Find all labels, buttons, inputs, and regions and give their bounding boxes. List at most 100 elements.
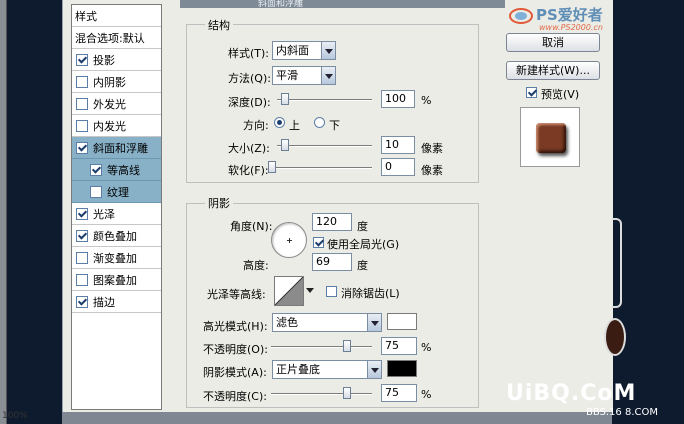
altitude-label: 高度:: [243, 259, 269, 272]
size-unit: 像素: [421, 142, 443, 155]
angle-input[interactable]: 120: [312, 213, 352, 231]
style-checkbox[interactable]: [90, 163, 102, 176]
shadow-mode-dropdown[interactable]: 正片叠底: [272, 360, 382, 379]
gloss-contour-picker[interactable]: [274, 276, 304, 306]
style-checkbox[interactable]: [76, 141, 88, 154]
altitude-input[interactable]: 69: [312, 253, 352, 271]
gloss-contour-dropdown-button[interactable]: [305, 276, 315, 306]
shadow-opacity-input[interactable]: 75: [381, 384, 417, 402]
style-checkbox[interactable]: [76, 229, 88, 242]
technique-label: 方法(Q):: [228, 72, 271, 85]
size-slider-track[interactable]: [277, 145, 372, 147]
depth-unit: %: [421, 94, 432, 107]
styles-list-item[interactable]: 渐变叠加: [72, 247, 161, 269]
preview-swatch: [536, 123, 566, 153]
depth-input[interactable]: 100: [381, 90, 415, 108]
styles-list-item[interactable]: 等高线: [72, 159, 161, 181]
dialog-title: 斜面和浮雕: [180, 0, 505, 8]
size-label: 大小(Z):: [228, 142, 270, 155]
shadow-mode-label: 阴影模式(A):: [203, 366, 267, 379]
shadow-opacity-track[interactable]: [271, 393, 372, 395]
styles-list-item-label: 投影: [93, 53, 115, 67]
contour-curve-icon: [274, 276, 304, 306]
new-style-button[interactable]: 新建样式(W)...: [506, 61, 600, 80]
technique-dropdown-value: 平滑: [276, 69, 298, 82]
style-dropdown-value: 内斜面: [276, 44, 309, 57]
style-checkbox[interactable]: [90, 185, 102, 198]
styles-list-item[interactable]: 纹理: [72, 181, 161, 203]
size-input[interactable]: 10: [381, 136, 415, 154]
technique-dropdown[interactable]: 平滑: [272, 66, 336, 85]
style-preview-thumbnail: [520, 107, 580, 167]
styles-list-item-label: 颜色叠加: [93, 229, 137, 243]
highlight-mode-dropdown[interactable]: 滤色: [272, 313, 382, 332]
styles-list-header[interactable]: 样式: [72, 5, 161, 27]
soften-input[interactable]: 0: [381, 158, 415, 176]
styles-list-item[interactable]: 外发光: [72, 93, 161, 115]
styles-list-item-label: 纹理: [107, 185, 129, 199]
highlight-opacity-thumb[interactable]: [343, 340, 351, 352]
styles-list-item-label: 外发光: [93, 97, 126, 111]
cancel-button[interactable]: 取消: [506, 33, 600, 52]
styles-list-item-label: 内阴影: [93, 75, 126, 89]
shading-title: 阴影: [205, 195, 233, 211]
depth-slider-thumb[interactable]: [281, 93, 289, 105]
styles-list-item-label: 描边: [93, 295, 115, 309]
styles-list-item-label: 渐变叠加: [93, 251, 137, 265]
direction-down-label: 下: [329, 119, 340, 132]
styles-list-item-label: 斜面和浮雕: [93, 141, 148, 155]
style-dropdown[interactable]: 内斜面: [272, 41, 336, 60]
soften-slider-thumb[interactable]: [268, 161, 276, 173]
shadow-color-swatch[interactable]: [387, 360, 417, 377]
left-canvas-strip: [0, 0, 62, 424]
depth-slider-track[interactable]: [277, 99, 372, 101]
direction-up-radio[interactable]: [274, 117, 285, 128]
anti-alias-checkbox[interactable]: [326, 286, 337, 297]
style-checkbox[interactable]: [76, 251, 88, 264]
angle-dial[interactable]: [271, 222, 307, 258]
chevron-down-icon: [321, 67, 335, 84]
highlight-mode-label: 高光模式(H):: [203, 320, 268, 333]
styles-list-item[interactable]: 光泽: [72, 203, 161, 225]
style-checkbox[interactable]: [76, 97, 88, 110]
chevron-down-icon: [367, 361, 381, 378]
highlight-opacity-track[interactable]: [271, 346, 372, 348]
direction-down-radio[interactable]: [314, 117, 325, 128]
highlight-opacity-input[interactable]: 75: [381, 337, 417, 355]
styles-list-item-label: 混合选项:默认: [75, 31, 145, 45]
styles-list-item[interactable]: 混合选项:默认: [72, 27, 161, 49]
style-checkbox[interactable]: [76, 119, 88, 132]
preview-checkbox[interactable]: [526, 87, 537, 98]
angle-unit: 度: [357, 220, 368, 233]
soften-label: 软化(F):: [228, 164, 269, 177]
styles-list-item[interactable]: 投影: [72, 49, 161, 71]
altitude-unit: 度: [357, 259, 368, 272]
direction-up-label: 上: [289, 119, 300, 132]
chevron-down-icon: [306, 288, 314, 293]
styles-list-item-label: 图案叠加: [93, 273, 137, 287]
crosshair-icon: [287, 238, 292, 243]
styles-list-item[interactable]: 描边: [72, 291, 161, 313]
style-checkbox[interactable]: [76, 273, 88, 286]
shadow-opacity-thumb[interactable]: [343, 387, 351, 399]
style-checkbox[interactable]: [76, 295, 88, 308]
styles-list-item[interactable]: 内发光: [72, 115, 161, 137]
styles-list-item[interactable]: 图案叠加: [72, 269, 161, 291]
canvas-background: [612, 0, 684, 424]
styles-list-item-label: 光泽: [93, 207, 115, 221]
style-checkbox[interactable]: [76, 75, 88, 88]
soften-slider-track[interactable]: [273, 167, 372, 169]
shadow-mode-value: 正片叠底: [276, 363, 320, 376]
structure-title: 结构: [205, 17, 233, 33]
canvas-frame-edge: [612, 218, 622, 308]
style-checkbox[interactable]: [76, 53, 88, 66]
watermark-logo-text: PS爱好者: [536, 6, 603, 24]
style-checkbox[interactable]: [76, 207, 88, 220]
styles-list-item[interactable]: 颜色叠加: [72, 225, 161, 247]
highlight-color-swatch[interactable]: [387, 313, 417, 330]
styles-list-item[interactable]: 斜面和浮雕: [72, 137, 161, 159]
bottom-watermark-text: BBS.16 8.COM: [586, 407, 658, 418]
global-light-checkbox[interactable]: [313, 237, 324, 248]
size-slider-thumb[interactable]: [281, 139, 289, 151]
styles-list-item[interactable]: 内阴影: [72, 71, 161, 93]
